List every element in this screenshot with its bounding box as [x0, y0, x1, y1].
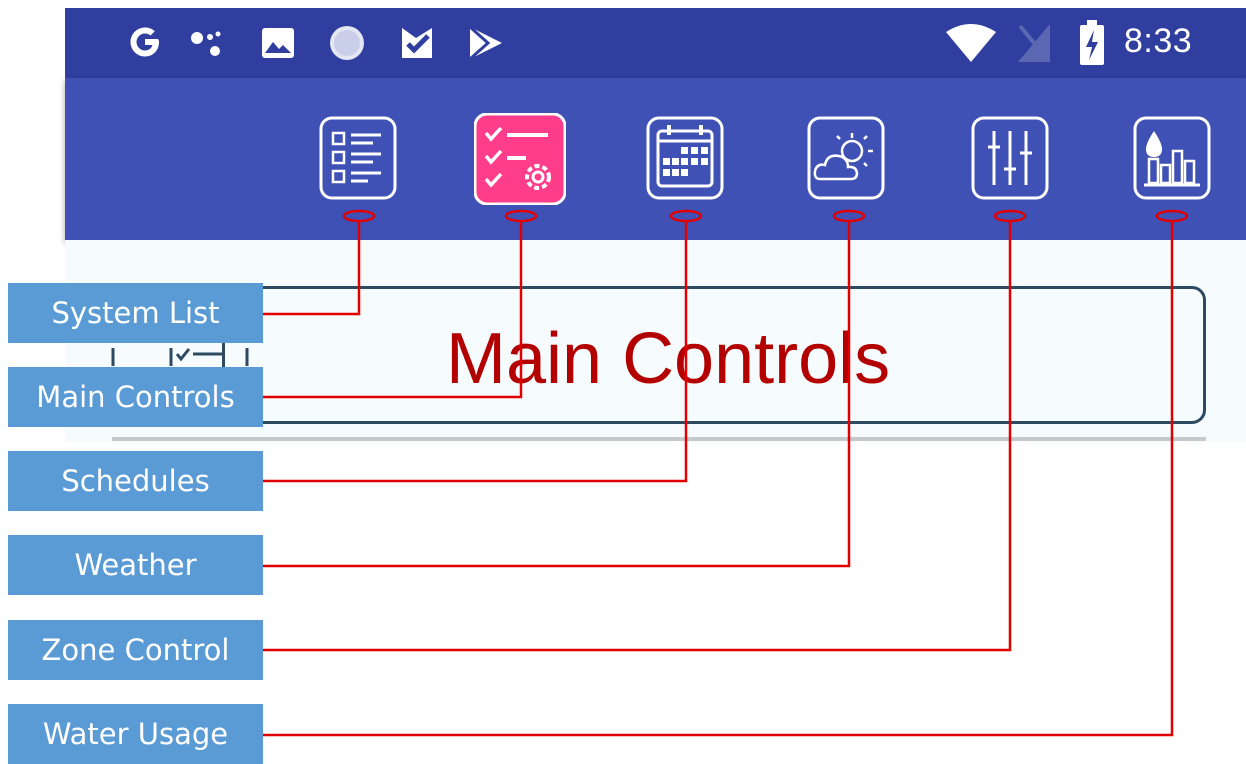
line-weather [263, 221, 851, 568]
callout-system-list: System List [8, 283, 263, 343]
callout-weather: Weather [8, 535, 263, 595]
callout-water-usage: Water Usage [8, 704, 263, 764]
callout-main-controls: Main Controls [8, 367, 263, 427]
marker-schedules [669, 209, 703, 223]
line-zone-control [263, 221, 1012, 652]
line-main-controls [263, 221, 523, 399]
callout-schedules: Schedules [8, 451, 263, 511]
line-schedules [263, 221, 688, 483]
marker-water-usage [1155, 209, 1189, 223]
marker-zone-control [993, 209, 1027, 223]
line-water-usage [263, 221, 1174, 737]
marker-weather [832, 209, 866, 223]
line-system-list [263, 221, 361, 316]
callout-zone-control: Zone Control [8, 620, 263, 680]
marker-system-list [342, 209, 376, 223]
marker-main-controls [504, 209, 538, 223]
